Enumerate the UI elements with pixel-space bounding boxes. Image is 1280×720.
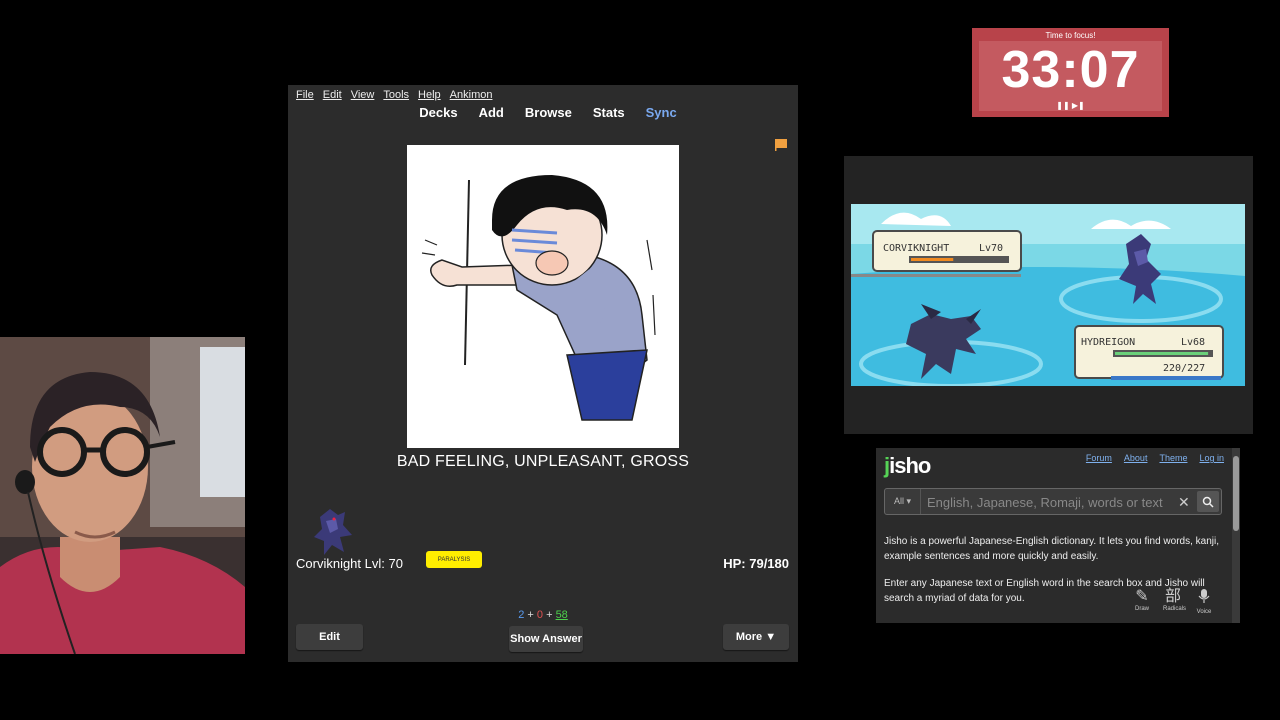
player-hp-bar bbox=[1115, 352, 1209, 355]
menu-bar: File Edit View Tools Help Ankimon bbox=[288, 85, 798, 105]
corviknight-sprite bbox=[310, 507, 356, 562]
login-link[interactable]: Log in bbox=[1199, 453, 1224, 463]
review-count: 58 bbox=[555, 609, 568, 621]
flag-icon[interactable] bbox=[774, 138, 788, 157]
search-icon[interactable] bbox=[1197, 491, 1219, 512]
about-link[interactable]: About bbox=[1124, 453, 1148, 463]
search-filter-select[interactable]: All ▾ bbox=[885, 489, 921, 514]
radicals-label: Radicals bbox=[1163, 606, 1187, 612]
menu-edit[interactable]: Edit bbox=[323, 89, 342, 101]
forum-link[interactable]: Forum bbox=[1086, 453, 1112, 463]
voice-label: Voice bbox=[1196, 609, 1212, 615]
stats-link[interactable]: Stats bbox=[593, 105, 625, 127]
add-link[interactable]: Add bbox=[479, 105, 504, 127]
radicals-button[interactable]: 部 Radicals bbox=[1163, 588, 1187, 615]
jisho-nav: Forum About Theme Log in bbox=[1086, 453, 1224, 463]
player-level: Lv68 bbox=[1181, 337, 1205, 348]
timer-controls[interactable]: ❚❚ ▶❚ bbox=[972, 101, 1169, 110]
more-button[interactable]: More ▼ bbox=[723, 624, 789, 650]
plus-sign: + bbox=[527, 609, 534, 621]
enemy-name: CORVIKNIGHT bbox=[883, 243, 949, 254]
learn-count: 0 bbox=[536, 609, 543, 621]
theme-link[interactable]: Theme bbox=[1159, 453, 1187, 463]
anki-window: File Edit View Tools Help Ankimon Decks … bbox=[288, 85, 798, 662]
show-answer-button[interactable]: Show Answer bbox=[509, 626, 583, 652]
draw-button[interactable]: ✎ Draw bbox=[1132, 588, 1152, 615]
microphone-icon bbox=[1194, 588, 1214, 609]
timer-label: Time to focus! bbox=[1045, 31, 1096, 40]
browse-link[interactable]: Browse bbox=[525, 105, 572, 127]
main-toolbar: Decks Add Browse Stats Sync bbox=[288, 105, 798, 127]
scrollbar-thumb[interactable] bbox=[1233, 456, 1239, 531]
jisho-window: jisho Forum About Theme Log in All ▾ Eng… bbox=[876, 448, 1240, 623]
decks-link[interactable]: Decks bbox=[419, 105, 457, 127]
jisho-logo[interactable]: jisho bbox=[884, 453, 931, 479]
clear-icon[interactable]: ✕ bbox=[1178, 494, 1190, 511]
webcam-feed bbox=[0, 337, 245, 654]
new-count: 2 bbox=[518, 609, 525, 621]
card-meaning: BAD FEELING, UNPLEASANT, GROSS bbox=[396, 453, 690, 470]
player-name: HYDREIGON bbox=[1081, 337, 1135, 348]
timer-time: 33:07 bbox=[1001, 41, 1140, 99]
menu-help[interactable]: Help bbox=[418, 89, 441, 101]
game-window: CORVIKNIGHT Lv70 HYDREIGON Lv68 220/227 bbox=[844, 156, 1253, 434]
draw-label: Draw bbox=[1134, 606, 1149, 612]
card-illustration bbox=[407, 145, 679, 448]
pokemon-hp: HP: 79/180 bbox=[723, 556, 789, 571]
plus-sign: + bbox=[546, 609, 553, 621]
draw-icon: ✎ bbox=[1135, 588, 1149, 605]
webcam-image bbox=[0, 337, 245, 654]
menu-ankimon[interactable]: Ankimon bbox=[450, 89, 493, 101]
battle-screen: CORVIKNIGHT Lv70 HYDREIGON Lv68 220/227 bbox=[851, 204, 1245, 386]
scrollbar[interactable] bbox=[1232, 448, 1240, 623]
jisho-search-bar: All ▾ English, Japanese, Romaji, words o… bbox=[884, 488, 1222, 515]
edit-button[interactable]: Edit bbox=[296, 624, 363, 650]
sync-link[interactable]: Sync bbox=[646, 105, 677, 127]
voice-button[interactable]: Voice bbox=[1194, 588, 1214, 615]
menu-view[interactable]: View bbox=[351, 89, 375, 101]
enemy-hp-bar bbox=[911, 258, 954, 261]
radicals-icon: 部 bbox=[1164, 588, 1181, 605]
enemy-level: Lv70 bbox=[979, 243, 1003, 254]
menu-tools[interactable]: Tools bbox=[383, 89, 409, 101]
menu-file[interactable]: File bbox=[296, 89, 314, 101]
search-input[interactable]: English, Japanese, Romaji, words or text bbox=[927, 495, 1163, 510]
card-counts: 2 + 0 + 58 bbox=[288, 609, 798, 621]
player-hp-text: 220/227 bbox=[1163, 363, 1205, 374]
status-badge: PARALYSIS bbox=[426, 551, 482, 568]
jisho-tools: ✎ Draw 部 Radicals Voice bbox=[1132, 588, 1214, 615]
pokemon-name-level: Corviknight Lvl: 70 bbox=[296, 556, 403, 571]
focus-timer: Time to focus! 33:07 ❚❚ ▶❚ bbox=[972, 28, 1169, 117]
jisho-intro: Jisho is a powerful Japanese-English dic… bbox=[884, 536, 1219, 562]
